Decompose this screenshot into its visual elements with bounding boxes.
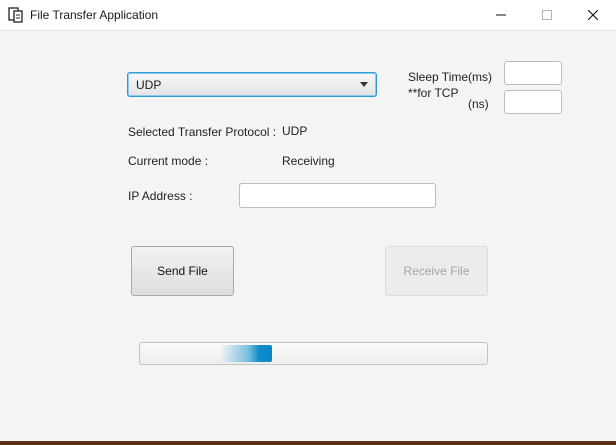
progress-indicator — [220, 345, 272, 362]
maximize-button[interactable] — [524, 0, 570, 30]
mode-value: Receiving — [282, 154, 335, 168]
receive-file-button[interactable]: Receive File — [385, 246, 488, 296]
close-button[interactable] — [570, 0, 616, 30]
protocol-value: UDP — [282, 124, 308, 138]
title-bar[interactable]: File Transfer Application — [0, 0, 616, 31]
maximize-icon — [542, 10, 552, 20]
window-title: File Transfer Application — [30, 8, 159, 22]
app-window: File Transfer Application UDP Sleep Time… — [0, 0, 616, 445]
protocol-select-value: UDP — [136, 78, 162, 92]
protocol-select[interactable]: UDP — [127, 72, 377, 97]
tcp-note-label: **for TCP — [408, 86, 459, 100]
chevron-down-icon — [360, 82, 368, 87]
send-file-button[interactable]: Send File — [131, 246, 234, 296]
ns-unit-label: (ns) — [468, 97, 489, 111]
minimize-icon — [496, 14, 506, 16]
protocol-label: Selected Transfer Protocol : — [128, 125, 277, 139]
mode-label: Current mode : — [128, 154, 209, 168]
ip-address-label: IP Address : — [128, 189, 193, 203]
close-icon — [588, 10, 598, 20]
transfer-progress-bar — [139, 342, 488, 365]
file-transfer-icon — [8, 7, 23, 23]
ip-address-input[interactable] — [239, 183, 436, 208]
sleep-time-ns-input[interactable] — [504, 90, 562, 114]
minimize-button[interactable] — [478, 0, 524, 30]
sleep-time-label: Sleep Time(ms) — [408, 70, 493, 84]
desktop-edge — [0, 441, 616, 445]
sleep-time-ms-input[interactable] — [504, 61, 562, 85]
